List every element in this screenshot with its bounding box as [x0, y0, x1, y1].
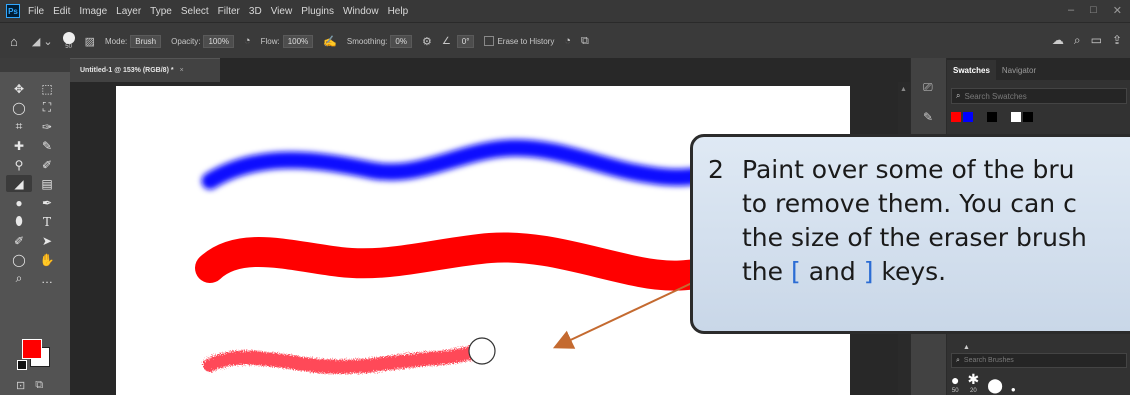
step-number: 2	[708, 155, 724, 184]
callout-text-3b: eraser brush	[928, 223, 1087, 252]
callout-text-4b: and	[800, 257, 864, 286]
blue-brush-stroke	[201, 139, 729, 190]
callout-line-4: the [ and ] keys.	[708, 255, 1130, 289]
eraser-cursor-icon	[468, 337, 496, 365]
erased-red-stroke	[203, 345, 482, 374]
red-brush-stroke	[195, 232, 735, 291]
callout-text-3a: the size of the	[742, 223, 929, 252]
callout-text-4c: keys.	[873, 257, 947, 286]
instruction-callout: 2 Paint over some of the bru to remove th…	[690, 134, 1130, 334]
callout-text-1: Paint over some of the bru	[742, 155, 1075, 184]
callout-text-4a: the	[742, 257, 791, 286]
photoshop-window: Ps File Edit Image Layer Type Select Fil…	[0, 0, 1130, 395]
callout-line-1: 2 Paint over some of the bru	[708, 153, 1130, 187]
callout-arrow	[552, 282, 693, 349]
callout-line-3: the size of the eraser brush	[708, 221, 1130, 255]
callout-line-2: to remove them. You can c	[742, 189, 1077, 218]
key-close-bracket: ]	[863, 257, 874, 286]
key-open-bracket: [	[790, 257, 801, 286]
